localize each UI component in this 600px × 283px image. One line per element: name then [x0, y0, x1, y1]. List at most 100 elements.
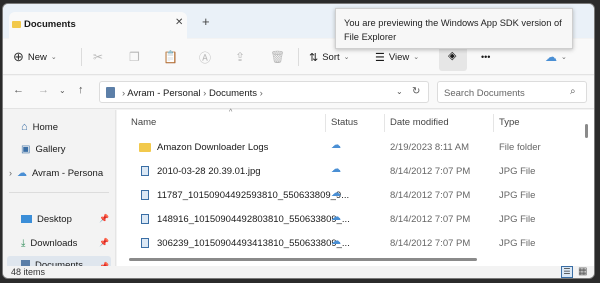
chevron-down-icon: ⌄ [343, 54, 350, 61]
preview-tooltip: You are previewing the Windows App SDK v… [335, 8, 573, 49]
search-input[interactable]: Search Documents ⌕ [437, 81, 587, 103]
rename-icon[interactable]: Ⓐ [199, 48, 211, 66]
tooltip-text: You are previewing the Windows App SDK v… [344, 18, 562, 42]
chevron-down-icon[interactable]: ⌄ [396, 87, 403, 96]
search-icon: ⌕ [570, 86, 576, 97]
forward-button[interactable]: → [38, 84, 49, 96]
file-date: 8/14/2012 7:07 PM [390, 238, 471, 249]
divider [9, 192, 109, 193]
back-button[interactable]: ← [13, 84, 24, 96]
sort-icon: ⇅ [309, 51, 319, 64]
cloud-status-icon: ☁ [331, 236, 341, 247]
column-divider [493, 114, 494, 132]
sidebar-item-gallery[interactable]: ▣ Gallery [21, 140, 125, 158]
column-header-name[interactable]: Name [131, 117, 156, 128]
desktop-icon [21, 215, 32, 223]
pin-icon[interactable]: 📌 [99, 214, 109, 223]
file-type: JPG File [499, 238, 536, 249]
view-button[interactable]: ☰ View ⌄ [375, 48, 419, 66]
breadcrumb-item-account[interactable]: Avram - Personal [127, 88, 200, 99]
sort-indicator-icon: ^ [229, 109, 233, 116]
list-item[interactable]: 306239_10150904493413810_550633809_... ☁… [117, 233, 587, 255]
image-file-icon [141, 190, 149, 200]
file-date: 2/19/2023 8:11 AM [390, 142, 470, 153]
chevron-down-icon: ⌄ [413, 54, 420, 61]
column-header-status[interactable]: Status [331, 117, 358, 128]
sidebar-item-downloads[interactable]: ⤓ Downloads [21, 234, 125, 252]
sidebar-item-home[interactable]: ⌂ Home [21, 118, 125, 136]
image-file-icon [141, 214, 149, 224]
pin-icon[interactable]: 📌 [99, 238, 109, 247]
file-name: 148916_10150904492803810_550633809_... [157, 214, 350, 225]
sidebar-item-label: Downloads [30, 237, 78, 249]
file-date: 8/14/2012 7:07 PM [390, 190, 471, 201]
view-icon: ☰ [375, 51, 385, 64]
file-date: 8/14/2012 7:07 PM [390, 214, 471, 225]
copy-icon[interactable]: ❐ [129, 48, 140, 66]
onedrive-icon[interactable]: ☁ [545, 48, 557, 66]
new-button-label: New [27, 51, 47, 63]
column-divider [325, 114, 326, 132]
more-options-button[interactable]: ••• [481, 48, 490, 66]
file-type: JPG File [499, 166, 536, 177]
home-icon: ⌂ [21, 121, 28, 133]
file-name: Amazon Downloader Logs [157, 142, 269, 153]
horizontal-scrollbar[interactable] [129, 258, 477, 261]
tab-title: Documents [24, 19, 76, 30]
breadcrumb-item-documents[interactable]: Documents [209, 88, 257, 99]
up-button[interactable]: ↑ [78, 84, 84, 96]
paste-icon[interactable]: 📋 [163, 48, 178, 66]
sidebar-item-label: Avram - Persona [32, 167, 104, 179]
sidebar-item-label: Home [32, 121, 58, 133]
divider [298, 48, 299, 66]
image-file-icon [141, 238, 149, 248]
column-divider [384, 114, 385, 132]
new-tab-button[interactable]: + [202, 14, 210, 29]
status-bar: 48 items ☰ ▦ [3, 266, 594, 278]
sidebar-item-label: Gallery [35, 143, 66, 155]
address-bar[interactable]: › Avram - Personal › Documents › ⌄ ↻ [99, 81, 429, 103]
download-icon: ⤓ [21, 237, 26, 249]
preview-icon: ◈ [448, 50, 457, 62]
item-count: 48 items [11, 267, 46, 277]
file-type: File folder [499, 142, 541, 153]
list-item[interactable]: 2010-03-28 20.39.01.jpg ☁ 8/14/2012 7:07… [117, 161, 587, 183]
delete-icon[interactable]: 🗑 [270, 48, 285, 66]
sidebar-item-label: Desktop [37, 213, 72, 225]
refresh-icon[interactable]: ↻ [412, 86, 420, 97]
list-item[interactable]: Amazon Downloader Logs ☁ 2/19/2023 8:11 … [117, 137, 587, 159]
navigation-pane: ⌂ Home ▣ Gallery › ☁ Avram - Persona Des… [3, 110, 116, 271]
folder-icon [139, 143, 151, 152]
cloud-status-icon: ☁ [331, 212, 341, 223]
chevron-down-icon[interactable]: ⌄ [561, 48, 567, 66]
list-item[interactable]: 148916_10150904492803810_550633809_... ☁… [117, 209, 587, 231]
details-view-icon[interactable]: ☰ [561, 266, 573, 278]
file-list: ^ Name Status Date modified Type Amazon … [117, 109, 594, 266]
image-file-icon [141, 166, 149, 176]
sort-button[interactable]: ⇅ Sort ⌄ [309, 48, 350, 66]
file-type: JPG File [499, 214, 536, 225]
column-header-date[interactable]: Date modified [390, 117, 449, 128]
cut-icon[interactable]: ✂ [93, 48, 103, 66]
new-button[interactable]: ⊕ New ⌄ [13, 48, 57, 66]
vertical-scrollbar[interactable] [585, 124, 588, 138]
tab-documents[interactable]: Documents ✕ [9, 12, 187, 39]
address-row: ← → ⌄ ↑ › Avram - Personal › Documents ›… [3, 76, 594, 109]
chevron-right-icon: › [9, 168, 12, 178]
tiles-view-icon[interactable]: ▦ [578, 266, 587, 277]
share-icon[interactable]: ⇪ [235, 48, 245, 66]
search-placeholder: Search Documents [444, 88, 525, 99]
cloud-status-icon: ☁ [331, 140, 341, 151]
chevron-down-icon: ⌄ [50, 54, 57, 61]
folder-icon [12, 21, 21, 28]
view-button-label: View [388, 51, 410, 63]
sidebar-item-desktop[interactable]: Desktop [21, 210, 125, 228]
pc-icon [106, 87, 115, 98]
column-header-type[interactable]: Type [499, 117, 520, 128]
sidebar-item-onedrive[interactable]: › ☁ Avram - Persona [9, 164, 113, 182]
list-item[interactable]: 11787_10150904492593810_550633809_9... ☁… [117, 185, 587, 207]
close-icon[interactable]: ✕ [175, 17, 183, 28]
chevron-down-icon[interactable]: ⌄ [59, 86, 66, 95]
breadcrumb: › Avram - Personal › Documents › [122, 88, 263, 99]
gallery-icon: ▣ [21, 143, 31, 155]
